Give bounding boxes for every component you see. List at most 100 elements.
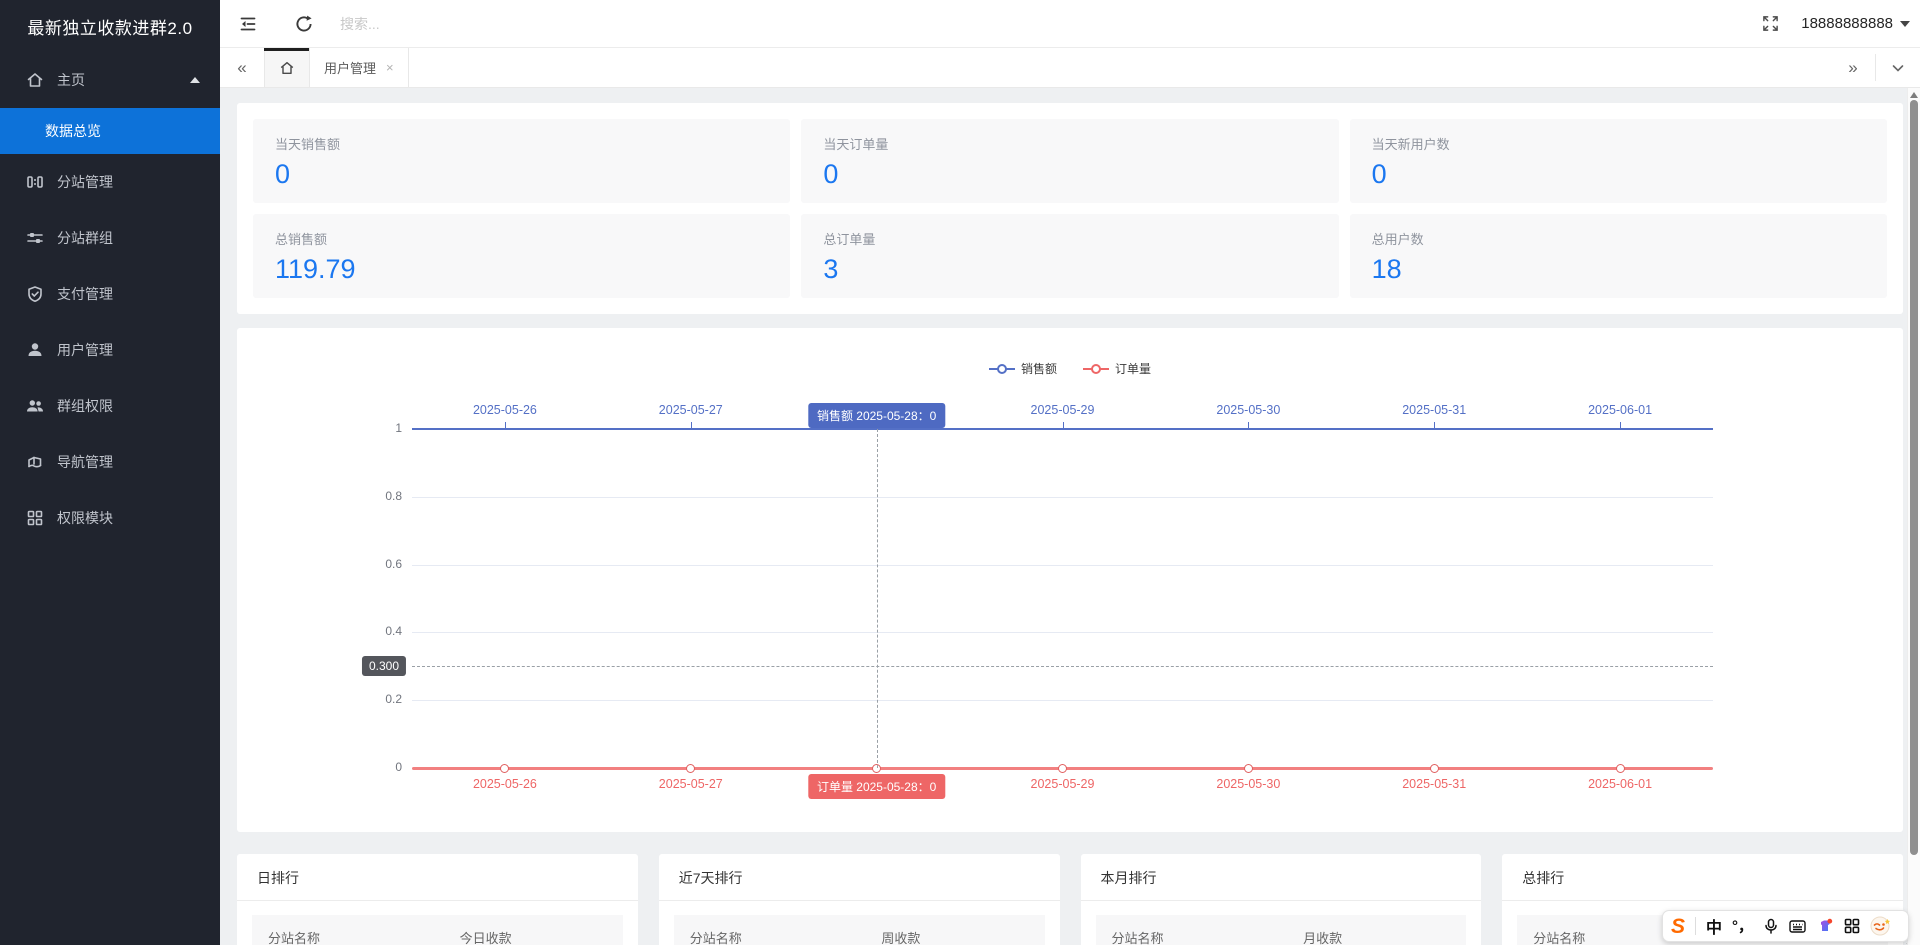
y-axis-tick-label: 0.6: [348, 557, 402, 571]
table-header-row: 分站名称 月收款: [1096, 915, 1467, 945]
navigation-icon: [26, 453, 44, 471]
stat-value: 18: [1372, 254, 1865, 285]
column-header: 分站名称: [1096, 928, 1304, 945]
main-area: 18888888888 « 用户管理 × »: [220, 0, 1920, 945]
x-axis-tick: [1063, 422, 1064, 428]
stat-card-today-new-users: 当天新用户数 0: [1350, 119, 1887, 203]
data-point-marker: [500, 764, 509, 773]
stat-value: 119.79: [275, 254, 768, 285]
ime-punctuation-icon[interactable]: °，: [1732, 919, 1753, 934]
home-icon: [26, 71, 44, 89]
rank-panel-daily: 日排行 分站名称 今日收款: [237, 854, 638, 945]
ime-divider: [1695, 917, 1696, 935]
gridline: [412, 632, 1713, 633]
shield-check-icon: [26, 285, 44, 303]
fullscreen-icon[interactable]: [1747, 0, 1793, 48]
x-axis-tick: [505, 422, 506, 428]
stat-label: 总用户数: [1372, 229, 1865, 248]
column-header: 周收款: [881, 928, 1044, 945]
panel-title: 总排行: [1502, 854, 1903, 901]
refresh-button[interactable]: [276, 0, 332, 48]
column-header: 分站名称: [252, 928, 460, 945]
sidebar-item-label: 主页: [57, 70, 190, 90]
tab-user-manage[interactable]: 用户管理 ×: [310, 48, 409, 87]
x-axis-label-bottom: 2025-05-31: [1402, 777, 1466, 791]
crosshair-horizontal-line: [412, 666, 1713, 667]
crosshair-vertical-line: [877, 429, 878, 768]
x-axis-label-bottom: 2025-05-26: [473, 777, 537, 791]
tabbar: « 用户管理 × »: [220, 48, 1920, 88]
collapse-sidebar-button[interactable]: [220, 0, 276, 48]
sidebar-item-payment[interactable]: 支付管理: [0, 266, 220, 322]
data-point-marker: [1616, 764, 1625, 773]
y-axis-tick-label: 0.4: [348, 624, 402, 638]
sidebar-item-users[interactable]: 用户管理: [0, 322, 220, 378]
x-axis-label-bottom: 2025-05-30: [1216, 777, 1280, 791]
user-menu[interactable]: 18888888888: [1793, 0, 1920, 48]
stat-card-total-users: 总用户数 18: [1350, 214, 1887, 298]
sogou-logo-icon[interactable]: S: [1671, 916, 1685, 937]
search-input[interactable]: [340, 16, 560, 32]
sidebar-item-dashboard[interactable]: 数据总览: [0, 108, 220, 154]
toolbox-grid-icon[interactable]: [1844, 918, 1860, 934]
x-axis-label-top: 2025-05-26: [473, 403, 537, 417]
stats-grid: 当天销售额 0 当天订单量 0 当天新用户数 0 总销售额 119.79: [253, 119, 1887, 298]
close-icon[interactable]: ×: [386, 60, 394, 75]
scrollbar-thumb[interactable]: [1910, 100, 1918, 855]
ime-language-mode[interactable]: 中: [1706, 914, 1722, 938]
data-point-marker: [1430, 764, 1439, 773]
stat-card-total-orders: 总订单量 3: [801, 214, 1338, 298]
y-axis-tick-label: 0.2: [348, 692, 402, 706]
chart-panel: 销售额 订单量 销售额 2025-05-28：0 订单量 2025-05-28：…: [237, 328, 1903, 832]
stats-panel: 当天销售额 0 当天订单量 0 当天新用户数 0 总销售额 119.79: [237, 103, 1903, 314]
sidebar-item-group-permissions[interactable]: 群组权限: [0, 378, 220, 434]
chevron-up-icon: [190, 77, 200, 83]
gridline: [412, 700, 1713, 701]
tooltip-top-axis-label: 销售额 2025-05-28：0: [808, 403, 945, 428]
user-phone: 18888888888: [1801, 15, 1893, 32]
x-axis-label-top: 2025-05-27: [659, 403, 723, 417]
sidebar-item-substation-groups[interactable]: 分站群组: [0, 210, 220, 266]
scrollbar-up-arrow[interactable]: [1910, 92, 1918, 98]
stat-label: 总销售额: [275, 229, 768, 248]
column-header: 分站名称: [674, 928, 882, 945]
tabs-scroll-left-button[interactable]: «: [220, 48, 264, 87]
keyboard-icon[interactable]: [1789, 919, 1806, 934]
sidebar-item-permission-modules[interactable]: 权限模块: [0, 490, 220, 546]
tabs-menu-button[interactable]: [1876, 48, 1920, 87]
sidebar-item-home[interactable]: 主页: [0, 52, 220, 108]
sidebar-item-label: 分站群组: [57, 228, 200, 248]
stat-label: 当天销售额: [275, 134, 768, 153]
tabbar-spacer: [409, 48, 1831, 87]
gridline: [412, 497, 1713, 498]
sidebar-submenu: 数据总览: [0, 108, 220, 154]
stat-value: 0: [823, 159, 1316, 190]
chart-plot: 销售额 2025-05-28：0 订单量 2025-05-28：0 0.300 …: [237, 328, 1903, 832]
skin-theme-icon[interactable]: [1816, 918, 1834, 935]
x-axis-label-bottom: 2025-05-27: [659, 777, 723, 791]
emoji-sticker-icon[interactable]: [1870, 916, 1892, 936]
page-scrollbar[interactable]: [1907, 88, 1920, 945]
stat-label: 当天新用户数: [1372, 134, 1865, 153]
stat-card-today-orders: 当天订单量 0: [801, 119, 1338, 203]
stat-label: 当天订单量: [823, 134, 1316, 153]
tab-label: 用户管理: [324, 58, 376, 77]
x-axis-label-top: 2025-06-01: [1588, 403, 1652, 417]
ime-toolbar: S 中 °，: [1662, 910, 1909, 942]
topbar: 18888888888: [220, 0, 1920, 48]
tabs-scroll-right-button[interactable]: »: [1831, 48, 1875, 87]
sidebar-item-substation-manage[interactable]: 分站管理: [0, 154, 220, 210]
sidebar-item-label: 权限模块: [57, 508, 200, 528]
table-header-row: 分站名称 今日收款: [252, 915, 623, 945]
x-axis-label-top: 2025-05-30: [1216, 403, 1280, 417]
tab-home[interactable]: [264, 48, 310, 87]
users-icon: [26, 397, 44, 415]
y-axis-tick-label: 0.8: [348, 489, 402, 503]
x-axis-label-top: 2025-05-29: [1031, 403, 1095, 417]
column-header: 今日收款: [460, 928, 623, 945]
sidebar-item-label: 用户管理: [57, 340, 200, 360]
x-axis-tick: [1620, 422, 1621, 428]
sidebar-item-navigation[interactable]: 导航管理: [0, 434, 220, 490]
microphone-icon[interactable]: [1763, 918, 1779, 934]
columns-icon: [26, 173, 44, 191]
